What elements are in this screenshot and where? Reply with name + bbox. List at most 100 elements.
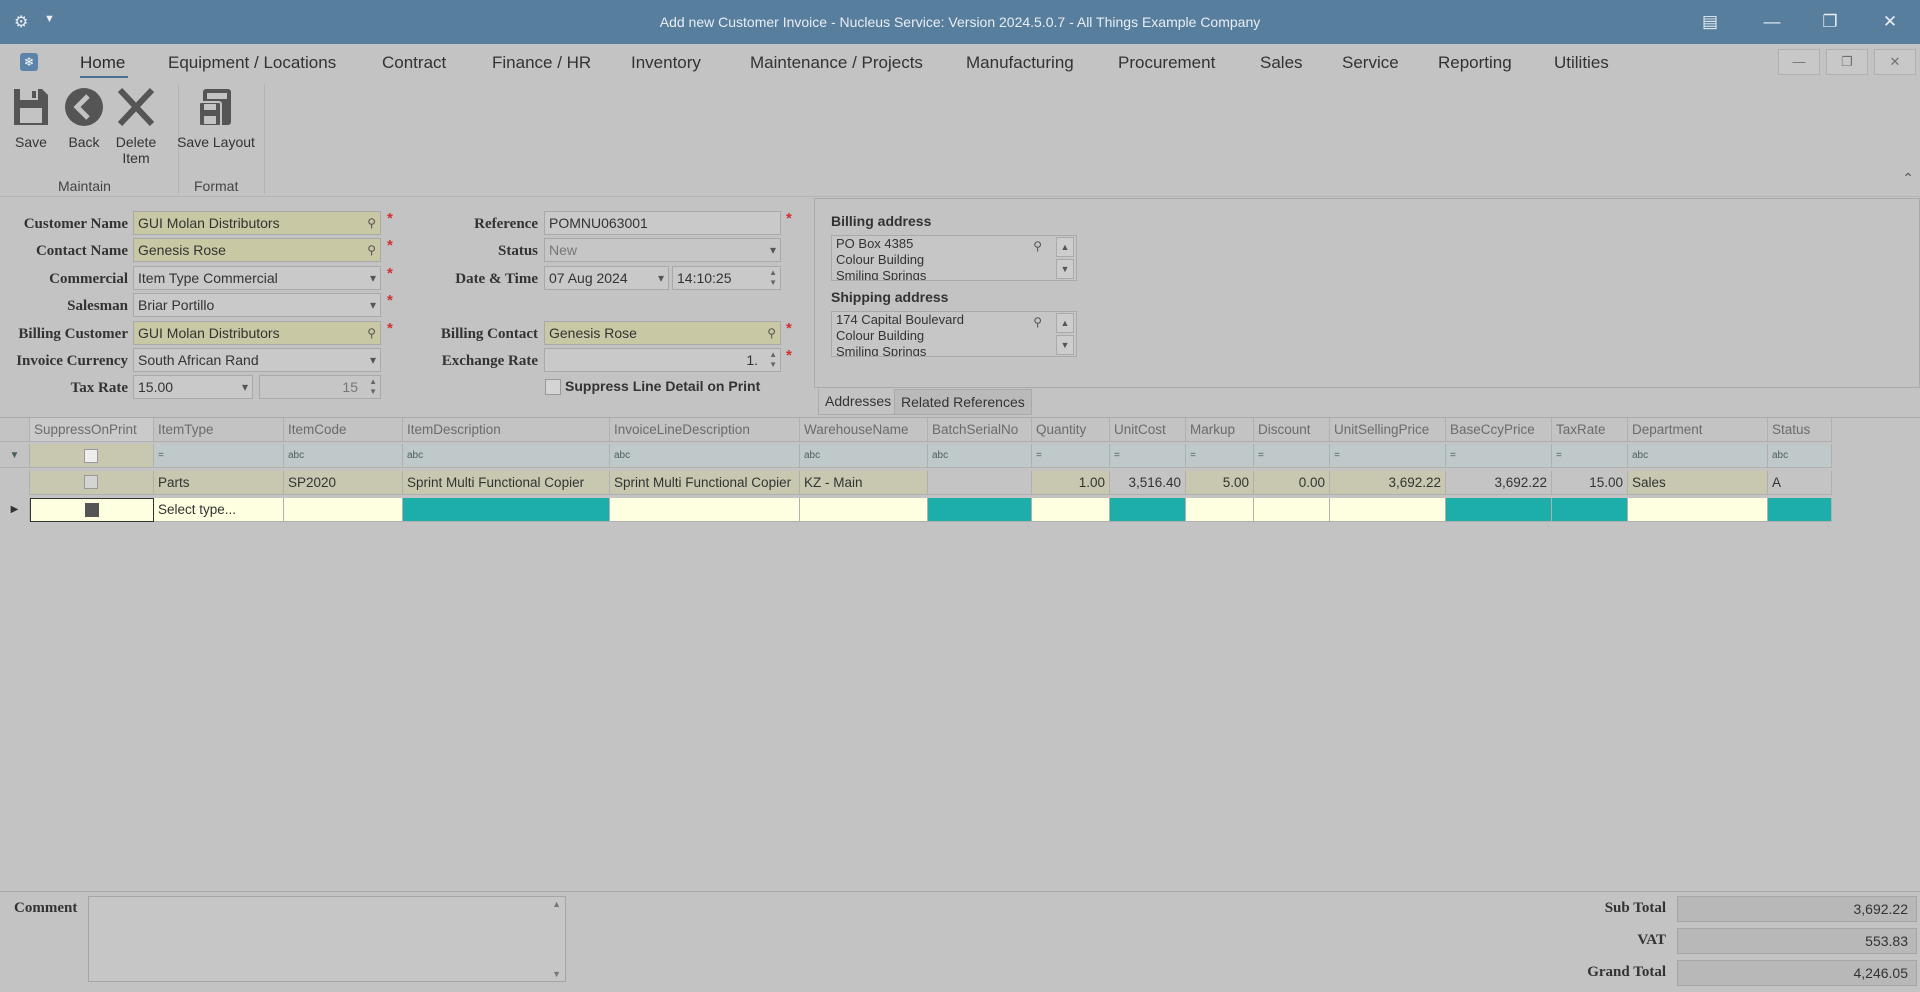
salesman-dropdown[interactable]: Briar Portillo ▾ — [133, 293, 381, 317]
menu-home[interactable]: Home — [80, 53, 125, 73]
column-header[interactable]: Quantity — [1032, 418, 1110, 442]
column-header[interactable]: BatchSerialNo — [928, 418, 1032, 442]
search-icon[interactable]: ⚲ — [367, 239, 376, 261]
filter-cell[interactable]: abc — [800, 444, 928, 468]
billing-contact-field[interactable]: Genesis Rose ⚲ — [544, 321, 781, 345]
tax-rate-dropdown[interactable]: 15.00 ▾ — [133, 375, 253, 399]
comment-textarea[interactable]: ▲ ▼ — [88, 896, 566, 982]
column-header[interactable]: BaseCcyPrice — [1446, 418, 1552, 442]
chevron-down-icon[interactable]: ▾ — [242, 376, 248, 398]
menu-utilities[interactable]: Utilities — [1554, 53, 1609, 73]
grid-cell[interactable]: 3,516.40 — [1110, 471, 1186, 495]
grid-cell[interactable] — [1186, 498, 1254, 522]
exchange-rate-field[interactable]: 1. ▲ ▼ — [544, 348, 781, 372]
column-header[interactable]: Department — [1628, 418, 1768, 442]
column-header[interactable]: Markup — [1186, 418, 1254, 442]
column-header[interactable]: WarehouseName — [800, 418, 928, 442]
grid-cell[interactable] — [1446, 498, 1552, 522]
column-header[interactable]: TaxRate — [1552, 418, 1628, 442]
grid-cell[interactable]: A — [1768, 471, 1832, 495]
grid-cell[interactable]: 1.00 — [1032, 471, 1110, 495]
grid-cell[interactable]: 0.00 — [1254, 471, 1330, 495]
restore-button[interactable]: ❐ — [1818, 10, 1842, 34]
spinner-icon[interactable]: ▲ ▼ — [769, 350, 777, 370]
suppress-line-detail-checkbox[interactable] — [545, 379, 561, 395]
close-button[interactable]: ✕ — [1878, 10, 1902, 34]
billing-customer-field[interactable]: GUI Molan Distributors ⚲ — [133, 321, 381, 345]
grid-cell[interactable] — [928, 498, 1032, 522]
column-header[interactable]: SuppressOnPrint — [30, 418, 154, 442]
scroll-up-icon[interactable]: ▲ — [1056, 313, 1074, 333]
menu-manufacturing[interactable]: Manufacturing — [966, 53, 1074, 73]
filter-cell[interactable]: abc — [610, 444, 800, 468]
commercial-dropdown[interactable]: Item Type Commercial ▾ — [133, 266, 381, 290]
grid-cell[interactable] — [403, 498, 610, 522]
filter-cell[interactable]: = — [1110, 444, 1186, 468]
menu-equipment-locations[interactable]: Equipment / Locations — [168, 53, 336, 73]
date-field[interactable]: 07 Aug 2024 ▾ — [544, 266, 669, 290]
grid-cell[interactable] — [610, 498, 800, 522]
minimize-button[interactable]: — — [1760, 10, 1784, 34]
column-header[interactable]: UnitSellingPrice — [1330, 418, 1446, 442]
app-icon[interactable]: ❄ — [20, 53, 38, 71]
grid-cell[interactable] — [1110, 498, 1186, 522]
scroll-down-icon[interactable]: ▼ — [1056, 335, 1074, 355]
grid-cell[interactable] — [800, 498, 928, 522]
scroll-up-icon[interactable]: ▲ — [1056, 237, 1074, 257]
suppress-on-print-cell[interactable] — [30, 471, 154, 495]
grid-cell[interactable]: SP2020 — [284, 471, 403, 495]
column-header[interactable]: UnitCost — [1110, 418, 1186, 442]
filter-cell[interactable]: = — [154, 444, 284, 468]
grid-cell[interactable]: Sprint Multi Functional Copier — [610, 471, 800, 495]
grid-cell[interactable] — [1254, 498, 1330, 522]
grid-cell[interactable]: 5.00 — [1186, 471, 1254, 495]
scroll-up-icon[interactable]: ▲ — [552, 899, 561, 909]
column-header[interactable]: Status — [1768, 418, 1832, 442]
grid-cell[interactable]: 15.00 — [1552, 471, 1628, 495]
save-button[interactable]: Save — [10, 86, 52, 150]
chevron-down-icon[interactable]: ▾ — [370, 294, 376, 316]
chevron-down-icon[interactable]: ▾ — [370, 349, 376, 371]
filter-cell[interactable]: = — [1552, 444, 1628, 468]
spinner-icon[interactable]: ▲ ▼ — [769, 268, 777, 288]
filter-icon[interactable]: ▼ — [0, 444, 30, 468]
time-field[interactable]: 14:10:25 ▲ ▼ — [672, 266, 781, 290]
new-row-checkbox-cell[interactable] — [30, 498, 154, 522]
search-icon[interactable]: ⚲ — [767, 322, 776, 344]
filter-cell[interactable]: = — [1330, 444, 1446, 468]
scroll-down-icon[interactable]: ▼ — [552, 969, 561, 979]
menu-finance-hr[interactable]: Finance / HR — [492, 53, 591, 73]
search-icon[interactable]: ⚲ — [1033, 314, 1042, 330]
filter-cell[interactable]: abc — [403, 444, 610, 468]
filter-checkbox[interactable] — [84, 449, 98, 463]
menu-sales[interactable]: Sales — [1260, 53, 1303, 73]
grid-cell[interactable] — [284, 498, 403, 522]
delete-item-button[interactable]: Delete Item — [114, 86, 158, 166]
menu-procurement[interactable]: Procurement — [1118, 53, 1215, 73]
menu-service[interactable]: Service — [1342, 53, 1399, 73]
filter-cell[interactable]: = — [1254, 444, 1330, 468]
billing-address-box[interactable]: PO Box 4385 Colour Building Smiling Spri… — [831, 235, 1077, 281]
grid-cell[interactable] — [928, 471, 1032, 495]
search-icon[interactable]: ⚲ — [1033, 238, 1042, 254]
row-checkbox[interactable] — [84, 475, 98, 489]
mdi-restore-button[interactable]: ❐ — [1826, 49, 1868, 75]
filter-cell[interactable]: abc — [1628, 444, 1768, 468]
reference-field[interactable]: POMNU063001 — [544, 211, 781, 235]
grid-cell[interactable]: 3,692.22 — [1446, 471, 1552, 495]
tab-addresses[interactable]: Addresses — [818, 389, 899, 415]
filter-cell[interactable] — [30, 444, 154, 468]
filter-cell[interactable]: = — [1032, 444, 1110, 468]
collapse-ribbon-icon[interactable]: ⌃ — [1902, 170, 1914, 187]
grid-cell[interactable]: 3,692.22 — [1330, 471, 1446, 495]
menu-reporting[interactable]: Reporting — [1438, 53, 1512, 73]
menu-contract[interactable]: Contract — [382, 53, 446, 73]
filter-cell[interactable]: abc — [928, 444, 1032, 468]
invoice-currency-dropdown[interactable]: South African Rand ▾ — [133, 348, 381, 372]
layout-icon[interactable]: ▤ — [1698, 10, 1722, 34]
column-header[interactable]: Discount — [1254, 418, 1330, 442]
contact-name-field[interactable]: Genesis Rose ⚲ — [133, 238, 381, 262]
tab-related-references[interactable]: Related References — [894, 389, 1032, 415]
grid-cell[interactable] — [1330, 498, 1446, 522]
filter-cell[interactable]: abc — [1768, 444, 1832, 468]
